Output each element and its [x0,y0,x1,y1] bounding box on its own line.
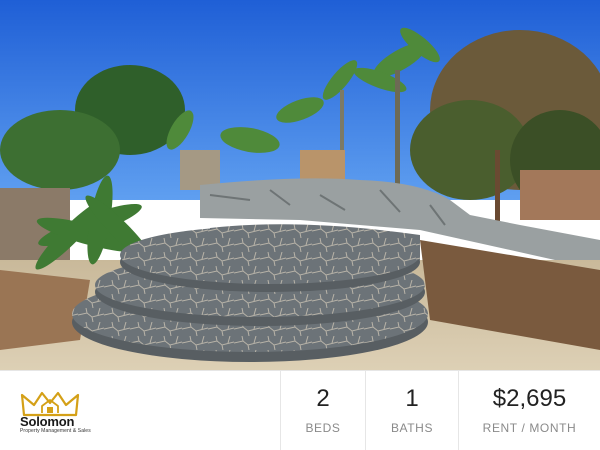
backyard-photo [0,0,600,370]
beds-value: 2 [316,384,330,412]
rent-stat: $2,695 RENT / MONTH [458,371,600,450]
brand-name: Solomon [20,414,75,429]
listing-photo [0,0,600,370]
listing-info-bar: Solomon Property Management & Sales 2 BE… [0,370,600,450]
beds-label: BEDS [305,420,341,435]
baths-stat: 1 BATHS [365,371,458,450]
baths-label: BATHS [390,420,434,435]
rent-label: RENT / MONTH [482,420,577,435]
brand-logo[interactable]: Solomon Property Management & Sales [0,371,280,450]
baths-value: 1 [405,384,419,412]
brand-tagline: Property Management & Sales [20,428,91,434]
rent-value: $2,695 [492,384,567,412]
beds-stat: 2 BEDS [280,371,365,450]
